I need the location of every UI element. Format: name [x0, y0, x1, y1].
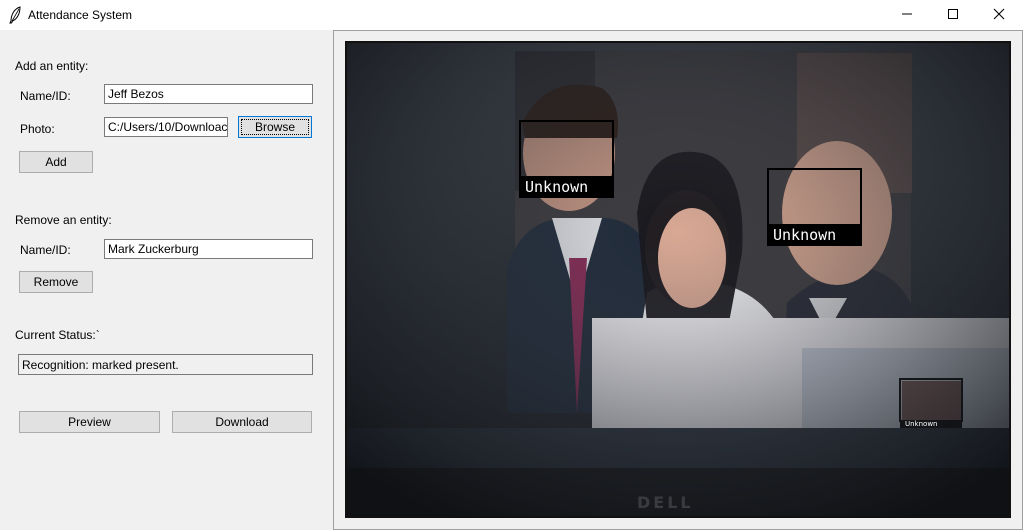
face-detection-label: Unknown [767, 224, 862, 246]
title-bar: Attendance System [0, 0, 1023, 30]
add-name-label: Name/ID: [20, 89, 71, 103]
photo-path-input[interactable]: C:/Users/10/Downloac [104, 117, 228, 137]
add-entity-heading: Add an entity: [15, 59, 89, 73]
add-name-input[interactable]: Jeff Bezos [104, 84, 313, 104]
minimize-button[interactable] [884, 0, 930, 30]
close-button[interactable] [976, 0, 1022, 30]
maximize-icon [947, 8, 959, 23]
remove-name-label: Name/ID: [20, 243, 71, 257]
status-heading: Current Status:` [15, 328, 100, 342]
mini-detection-label: Unknown [905, 420, 938, 428]
camera-scene [347, 43, 1009, 516]
face-detection-box [519, 120, 614, 178]
minimize-icon [901, 8, 913, 23]
face-detection-box [767, 168, 862, 226]
photo-label: Photo: [20, 122, 55, 136]
face-detection-label: Unknown [519, 176, 614, 198]
camera-feed: Unknown Unknown Unknown DELL [345, 41, 1011, 518]
download-button[interactable]: Download [172, 411, 312, 433]
close-icon [993, 8, 1005, 23]
remove-name-input[interactable]: Mark Zuckerburg [104, 239, 313, 259]
feather-icon [8, 6, 22, 24]
remove-button[interactable]: Remove [19, 271, 93, 293]
maximize-button[interactable] [930, 0, 976, 30]
browse-button[interactable]: Browse [238, 116, 312, 138]
control-panel: Add an entity: Name/ID: Jeff Bezos Photo… [0, 30, 333, 530]
status-display: Recognition: marked present. [18, 354, 313, 375]
preview-button[interactable]: Preview [19, 411, 160, 433]
remove-entity-heading: Remove an entity: [15, 213, 112, 227]
add-button[interactable]: Add [19, 151, 93, 173]
monitor-brand-logo: DELL [637, 493, 694, 512]
window-title: Attendance System [28, 8, 133, 22]
